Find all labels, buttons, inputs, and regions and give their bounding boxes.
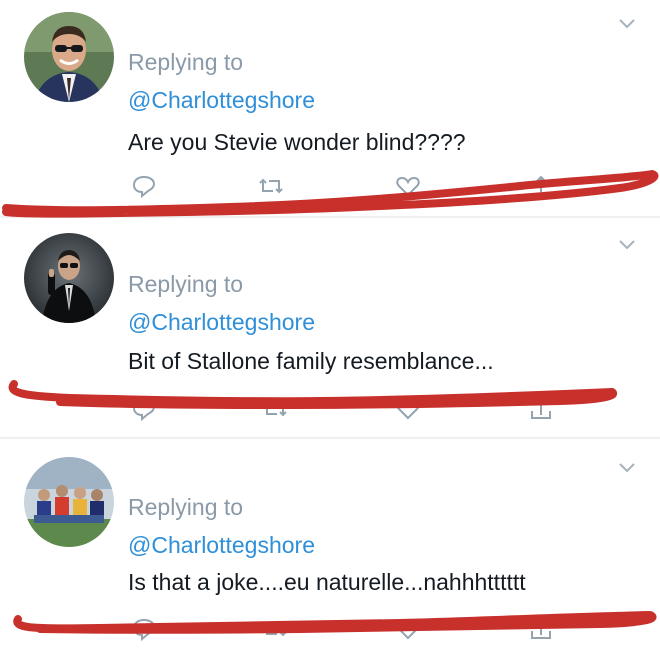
chevron-down-icon[interactable]: [617, 17, 637, 31]
avatar[interactable]: [24, 233, 114, 323]
share-icon[interactable]: [528, 174, 554, 198]
reply-icon[interactable]: [131, 174, 157, 198]
avatar-group-photo: [24, 457, 114, 547]
chevron-down-icon[interactable]: [617, 238, 637, 252]
like-icon[interactable]: [395, 617, 421, 641]
tweet-card[interactable]: Replying to @Charlottegshore Bit of Stal…: [0, 218, 660, 439]
retweet-icon[interactable]: [262, 617, 288, 641]
reply-handle-link[interactable]: @Charlottegshore: [128, 309, 315, 336]
avatar[interactable]: [24, 457, 114, 547]
like-icon[interactable]: [395, 174, 421, 198]
chevron-down-icon[interactable]: [617, 461, 637, 475]
avatar-man-dark-suit: [24, 233, 114, 323]
share-icon[interactable]: [528, 617, 554, 641]
avatar-man-sunglasses-suit: [24, 12, 114, 102]
retweet-icon[interactable]: [258, 174, 284, 198]
replying-to-label: Replying to: [128, 494, 244, 520]
reply-icon[interactable]: [131, 617, 157, 641]
tweet-text: Bit of Stallone family resemblance...: [128, 348, 494, 374]
tweet-text: Are you Stevie wonder blind????: [128, 129, 466, 155]
replying-to-label: Replying to: [128, 49, 244, 75]
reply-icon[interactable]: [131, 397, 157, 421]
tweet-card[interactable]: Replying to @Charlottegshore Is that a j…: [0, 439, 660, 659]
like-icon[interactable]: [395, 397, 421, 421]
reply-handle-link[interactable]: @Charlottegshore: [128, 87, 315, 114]
retweet-icon[interactable]: [262, 397, 288, 421]
tweet-text: Is that a joke....eu naturelle...nahhhtt…: [128, 569, 526, 595]
avatar[interactable]: [24, 12, 114, 102]
share-icon[interactable]: [528, 397, 554, 421]
tweet-card[interactable]: Replying to @Charlottegshore Are you Ste…: [0, 0, 660, 220]
reply-feed: Replying to @Charlottegshore Are you Ste…: [0, 0, 660, 664]
replying-to-label: Replying to: [128, 271, 244, 297]
reply-handle-link[interactable]: @Charlottegshore: [128, 532, 315, 559]
